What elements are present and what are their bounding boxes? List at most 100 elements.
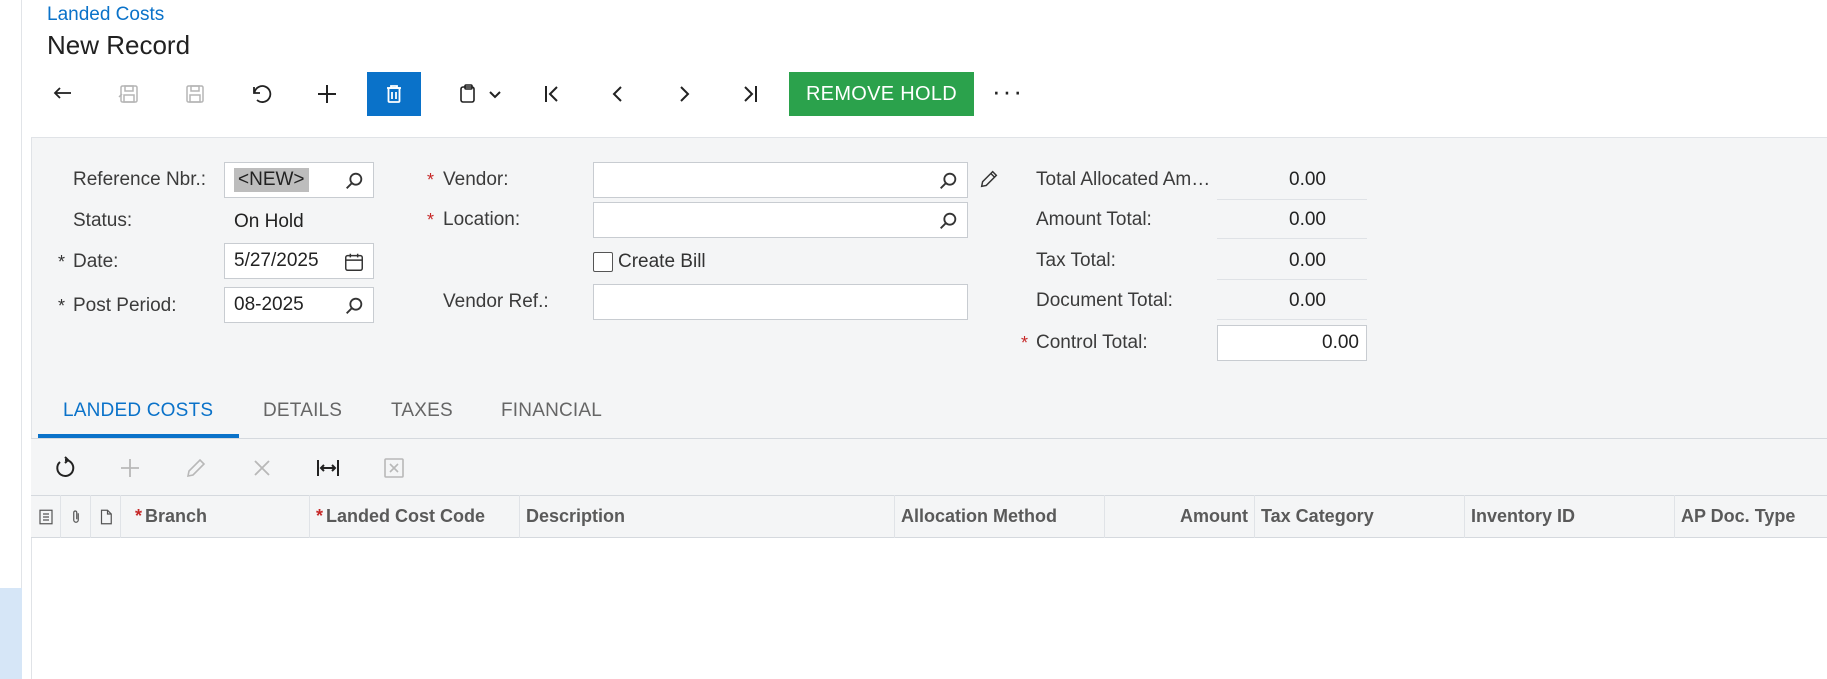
cancel-button[interactable] — [239, 72, 283, 116]
column-header-tax-category[interactable]: Tax Category — [1255, 495, 1465, 538]
save-close-icon — [118, 85, 138, 103]
calendar-icon — [345, 253, 363, 271]
column-header-amount[interactable]: Amount — [1105, 495, 1255, 538]
row-status-icon — [38, 509, 53, 524]
row-selector-header[interactable] — [31, 495, 61, 538]
column-header-description[interactable]: Description — [520, 495, 895, 538]
tab-financial[interactable]: FINANCIAL — [501, 400, 602, 422]
search-icon — [940, 212, 957, 229]
paperclip-icon — [72, 509, 79, 523]
breadcrumb[interactable]: Landed Costs — [47, 4, 164, 26]
required-mark: * — [316, 506, 324, 526]
amount-total-label: Amount Total: — [1036, 209, 1152, 230]
edit-vendor-icon[interactable] — [978, 168, 1000, 190]
tab-taxes[interactable]: TAXES — [391, 400, 453, 422]
amount-total-value: 0.00 — [1289, 209, 1326, 230]
chevron-right-icon — [680, 86, 690, 102]
divider — [1217, 199, 1367, 200]
divider — [1217, 279, 1367, 280]
reference-nbr-label: Reference Nbr.: — [73, 169, 207, 190]
control-total-field[interactable]: 0.00 — [1217, 325, 1367, 361]
landed-costs-screen: Landed Costs New Record REMOVE HOLD ··· … — [0, 0, 1827, 679]
left-nav-rail-selected[interactable] — [0, 588, 22, 679]
column-header-label: Allocation Method — [901, 506, 1057, 526]
vendor-ref-label: Vendor Ref.: — [443, 291, 549, 312]
plus-icon — [318, 85, 336, 103]
remove-hold-button[interactable]: REMOVE HOLD — [789, 72, 974, 116]
refresh-button[interactable] — [48, 451, 82, 485]
column-header-ap-doc-type[interactable]: AP Doc. Type — [1675, 495, 1827, 538]
page-title: New Record — [47, 30, 191, 60]
column-header-landed-cost-code[interactable]: * Landed Cost Code — [310, 495, 520, 538]
add-row-button[interactable] — [113, 451, 147, 485]
more-actions-button[interactable]: ··· — [992, 76, 1024, 107]
column-header-label: AP Doc. Type — [1681, 506, 1796, 526]
excel-icon — [384, 458, 404, 478]
active-tab-indicator — [38, 434, 239, 438]
vendor-ref-field[interactable] — [593, 284, 968, 320]
save-and-close-button[interactable] — [107, 72, 151, 116]
delete-row-button[interactable] — [245, 451, 279, 485]
create-bill-label[interactable]: Create Bill — [618, 251, 706, 273]
previous-record-button[interactable] — [596, 72, 640, 116]
trash-icon — [387, 85, 401, 103]
column-header-label: Inventory ID — [1471, 506, 1576, 526]
delete-button[interactable] — [367, 72, 421, 116]
plus-icon — [121, 459, 139, 477]
close-icon — [254, 460, 270, 476]
column-header-inventory-id[interactable]: Inventory ID — [1465, 495, 1675, 538]
column-header-label: Landed Cost Code — [326, 506, 486, 526]
column-header-allocation-method[interactable]: Allocation Method — [895, 495, 1105, 538]
attachments-header[interactable] — [61, 495, 91, 538]
total-allocated-value: 0.00 — [1289, 169, 1326, 190]
first-record-icon — [545, 86, 558, 102]
date-label: Date: — [73, 251, 119, 272]
save-button[interactable] — [173, 72, 217, 116]
export-excel-button[interactable] — [377, 451, 411, 485]
last-record-icon — [744, 86, 757, 102]
status-value: On Hold — [234, 211, 304, 232]
date-field[interactable]: 5/27/2025 — [224, 243, 374, 279]
edit-row-button[interactable] — [179, 451, 213, 485]
first-record-button[interactable] — [530, 72, 574, 116]
location-field[interactable] — [593, 202, 968, 238]
vendor-field[interactable] — [593, 162, 968, 198]
clipboard-icon — [460, 84, 475, 103]
tab-details[interactable]: DETAILS — [263, 400, 342, 422]
search-icon — [346, 172, 363, 189]
save-icon — [186, 85, 204, 103]
divider — [1217, 319, 1367, 320]
copy-paste-dropdown[interactable] — [482, 72, 508, 116]
back-button[interactable] — [41, 72, 85, 116]
refresh-icon — [56, 456, 75, 477]
control-total-label: Control Total: — [1036, 332, 1148, 353]
status-label: Status: — [73, 210, 133, 231]
undo-arrow-icon — [53, 87, 71, 99]
reference-nbr-field[interactable]: <NEW> — [224, 162, 374, 198]
control-total-required-mark: * — [1021, 333, 1029, 353]
location-label: Location: — [443, 209, 521, 230]
fit-columns-button[interactable] — [311, 451, 345, 485]
divider — [1217, 238, 1367, 239]
next-record-button[interactable] — [662, 72, 706, 116]
grid-toolbar — [31, 439, 1827, 495]
search-icon — [346, 297, 363, 314]
tax-total-label: Tax Total: — [1036, 250, 1116, 271]
add-button[interactable] — [305, 72, 349, 116]
tax-total-value: 0.00 — [1289, 250, 1326, 271]
notes-header[interactable] — [91, 495, 121, 538]
revert-icon — [253, 85, 272, 103]
post-period-required-mark: * — [58, 296, 66, 316]
create-bill-checkbox[interactable] — [593, 252, 613, 272]
tab-landed-costs[interactable]: LANDED COSTS — [63, 400, 213, 422]
column-header-branch[interactable]: * Branch — [129, 495, 310, 538]
document-total-label: Document Total: — [1036, 290, 1173, 311]
chevron-down-icon — [489, 91, 501, 99]
vendor-required-mark: * — [427, 170, 435, 190]
vendor-label: Vendor: — [443, 169, 509, 190]
date-required-mark: * — [58, 252, 66, 272]
post-period-field[interactable]: 08-2025 — [224, 287, 374, 323]
pencil-icon — [186, 458, 206, 478]
last-record-button[interactable] — [728, 72, 772, 116]
date-value: 5/27/2025 — [234, 250, 319, 271]
